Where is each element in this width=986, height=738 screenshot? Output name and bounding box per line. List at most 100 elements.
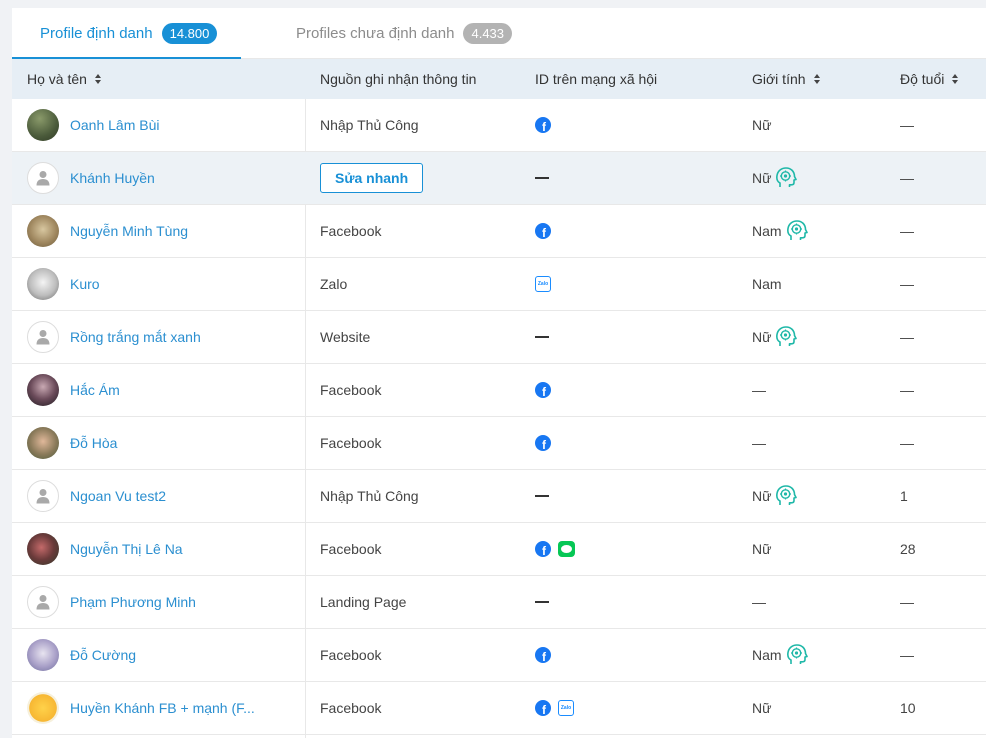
facebook-icon[interactable]: f (535, 435, 551, 451)
age-cell: — (900, 417, 914, 469)
source-text: Facebook (320, 700, 382, 716)
avatar (27, 533, 59, 565)
profile-name-cell: Nguyễn Thị Lê Na (27, 523, 183, 575)
line-icon[interactable] (558, 541, 575, 557)
tab-identified-count-badge: 14.800 (161, 22, 218, 44)
source-cell: Zalo (320, 258, 347, 310)
social-id-cell (535, 576, 549, 628)
gender-text: Nam (752, 647, 782, 663)
sort-icon[interactable] (94, 74, 101, 84)
social-id-cell: f (535, 205, 551, 257)
gender-cell: — (752, 417, 766, 469)
source-text: Website (320, 329, 371, 345)
profile-name-link[interactable]: Kuro (70, 276, 100, 292)
avatar (27, 109, 59, 141)
facebook-icon[interactable]: f (535, 117, 551, 133)
tab-unidentified-count-badge: 4.433 (463, 22, 513, 44)
sort-icon[interactable] (952, 74, 959, 84)
profile-name-link[interactable]: Huyền Khánh FB + mạnh (F... (70, 700, 255, 716)
profile-name-link[interactable]: Phạm Phương Minh (70, 594, 196, 610)
profile-name-cell: Kuro (27, 258, 100, 310)
profile-name-link[interactable]: Khánh Huyền (70, 170, 155, 186)
table-row[interactable]: Phạm Phương Minh Landing Page — — (12, 576, 986, 629)
age-cell: — (900, 364, 914, 416)
gender-text: Nữ (752, 170, 772, 186)
gender-text: Nữ (752, 329, 772, 345)
sort-icon[interactable] (813, 74, 820, 84)
gender-cell: — (752, 364, 766, 416)
zalo-icon[interactable]: Zalo (535, 276, 551, 292)
social-id-cell: f (535, 629, 551, 681)
profile-name-link[interactable]: Ngoan Vu test2 (70, 488, 166, 504)
avatar (27, 215, 59, 247)
column-header-age[interactable]: Độ tuổi (900, 71, 959, 87)
profile-tabs: Profile định danh 14.800 Profiles chưa đ… (12, 8, 986, 59)
empty-dash (535, 177, 549, 179)
table-row[interactable]: Đỗ Cường Facebook f Nam — (12, 629, 986, 682)
ai-brain-icon (775, 325, 798, 349)
profile-name-cell: Nguyễn Minh Tùng (27, 205, 188, 257)
column-header-gender[interactable]: Giới tính (752, 71, 820, 87)
profile-name-link[interactable]: Nguyễn Minh Tùng (70, 223, 188, 239)
facebook-icon[interactable]: f (535, 382, 551, 398)
table-row[interactable]: Oanh Lâm Bùi Nhập Thủ Công f Nữ — (12, 99, 986, 152)
profile-name-cell: Huyền Khánh FB + mạnh (F... (27, 682, 255, 734)
table-row[interactable]: Hắc Ám Facebook f — — (12, 364, 986, 417)
zalo-icon[interactable]: Zalo (558, 700, 574, 716)
gender-text: Nam (752, 276, 782, 292)
tab-unidentified-profiles[interactable]: Profiles chưa định danh 4.433 (296, 20, 513, 46)
social-id-cell (535, 311, 549, 363)
quick-edit-button[interactable]: Sửa nhanh (320, 163, 424, 193)
facebook-icon[interactable]: f (535, 647, 551, 663)
age-text: 10 (900, 700, 916, 716)
profile-name-link[interactable]: Oanh Lâm Bùi (70, 117, 160, 133)
table-row[interactable]: Nguyễn Thị Lê Na Facebook f Nữ 28 (12, 523, 986, 576)
table-row[interactable]: Kuro Zalo Zalo Nam — (12, 258, 986, 311)
source-text: Nhập Thủ Công (320, 488, 419, 504)
source-cell: Website (320, 311, 370, 363)
ai-brain-icon (775, 166, 798, 190)
social-id-cell: f (535, 417, 551, 469)
facebook-icon[interactable]: f (535, 700, 551, 716)
profile-name-link[interactable]: Đỗ Hòa (70, 435, 117, 451)
gender-text: Nam (752, 223, 782, 239)
source-text: Facebook (320, 541, 382, 557)
source-cell: Facebook (320, 364, 381, 416)
table-row[interactable]: Khánh Huyền Sửa nhanh Nữ — (12, 152, 986, 205)
column-header-social-id: ID trên mạng xã hội (535, 71, 657, 87)
age-cell: — (900, 576, 914, 628)
profile-name-cell: Khánh Huyền (27, 152, 155, 204)
source-cell: Nhập Thủ Công (320, 470, 419, 522)
social-id-cell: f (535, 523, 575, 575)
table-row[interactable]: Ngoan Vu test2 Nhập Thủ Công Nữ 1 (12, 470, 986, 523)
source-text: Facebook (320, 435, 382, 451)
profile-name-link[interactable]: Đỗ Cường (70, 647, 136, 663)
facebook-icon[interactable]: f (535, 223, 551, 239)
profile-name-link[interactable]: Hắc Ám (70, 382, 120, 398)
social-id-cell: f Zalo (535, 682, 574, 734)
column-name-label: Họ và tên (27, 71, 87, 87)
table-row[interactable]: Đỗ Hòa Facebook f — — (12, 417, 986, 470)
age-text: — (900, 594, 914, 610)
age-text: — (900, 170, 914, 186)
source-text: Facebook (320, 223, 382, 239)
table-row[interactable]: Huyền Khánh FB + mạnh (F... Facebook f Zalo… (12, 682, 986, 735)
facebook-icon[interactable]: f (535, 541, 551, 557)
age-text: — (900, 329, 914, 345)
column-header-name[interactable]: Họ và tên (27, 71, 101, 87)
age-cell: — (900, 152, 914, 204)
ai-brain-icon (786, 219, 808, 243)
tab-identified-profiles[interactable]: Profile định danh 14.800 (40, 20, 218, 46)
gender-text: — (752, 435, 766, 451)
source-cell: Landing Page (320, 576, 406, 628)
age-text: — (900, 382, 914, 398)
gender-cell: Nữ (752, 311, 798, 363)
avatar (27, 374, 59, 406)
table-row[interactable]: Rồng trắng mắt xanh Website Nữ — (12, 311, 986, 364)
profile-name-link[interactable]: Rồng trắng mắt xanh (70, 329, 201, 345)
tab-identified-label: Profile định danh (40, 24, 153, 42)
table-row[interactable]: Nguyễn Minh Tùng Facebook f Nam — (12, 205, 986, 258)
profile-name-link[interactable]: Nguyễn Thị Lê Na (70, 541, 183, 557)
gender-cell: Nữ (752, 152, 798, 204)
column-social-id-label: ID trên mạng xã hội (535, 71, 658, 87)
